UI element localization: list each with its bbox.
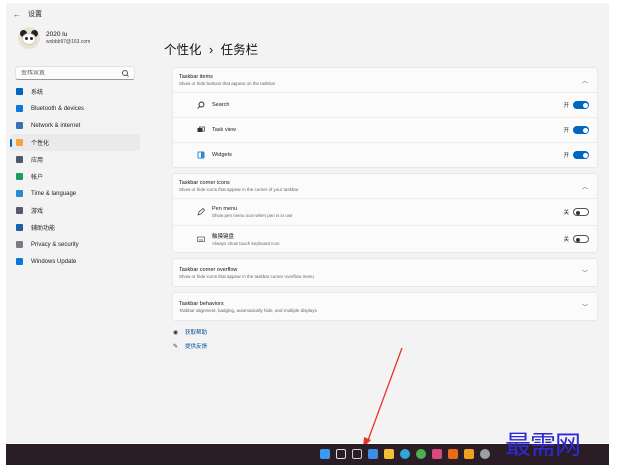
- settings-icon[interactable]: [480, 449, 490, 459]
- start-icon[interactable]: [320, 449, 330, 459]
- widgets-icon[interactable]: [368, 449, 378, 459]
- file-explorer-icon[interactable]: [384, 449, 394, 459]
- task-view-icon[interactable]: [352, 449, 362, 459]
- search-icon[interactable]: [336, 449, 346, 459]
- app-icon[interactable]: [464, 449, 474, 459]
- annotation-arrow: [363, 347, 403, 448]
- watermark: 最需网: [505, 431, 581, 461]
- app-icon[interactable]: [432, 449, 442, 459]
- app-icon[interactable]: [448, 449, 458, 459]
- edge-icon[interactable]: [400, 449, 410, 459]
- taskbar-icons: [320, 449, 496, 459]
- chrome-icon[interactable]: [416, 449, 426, 459]
